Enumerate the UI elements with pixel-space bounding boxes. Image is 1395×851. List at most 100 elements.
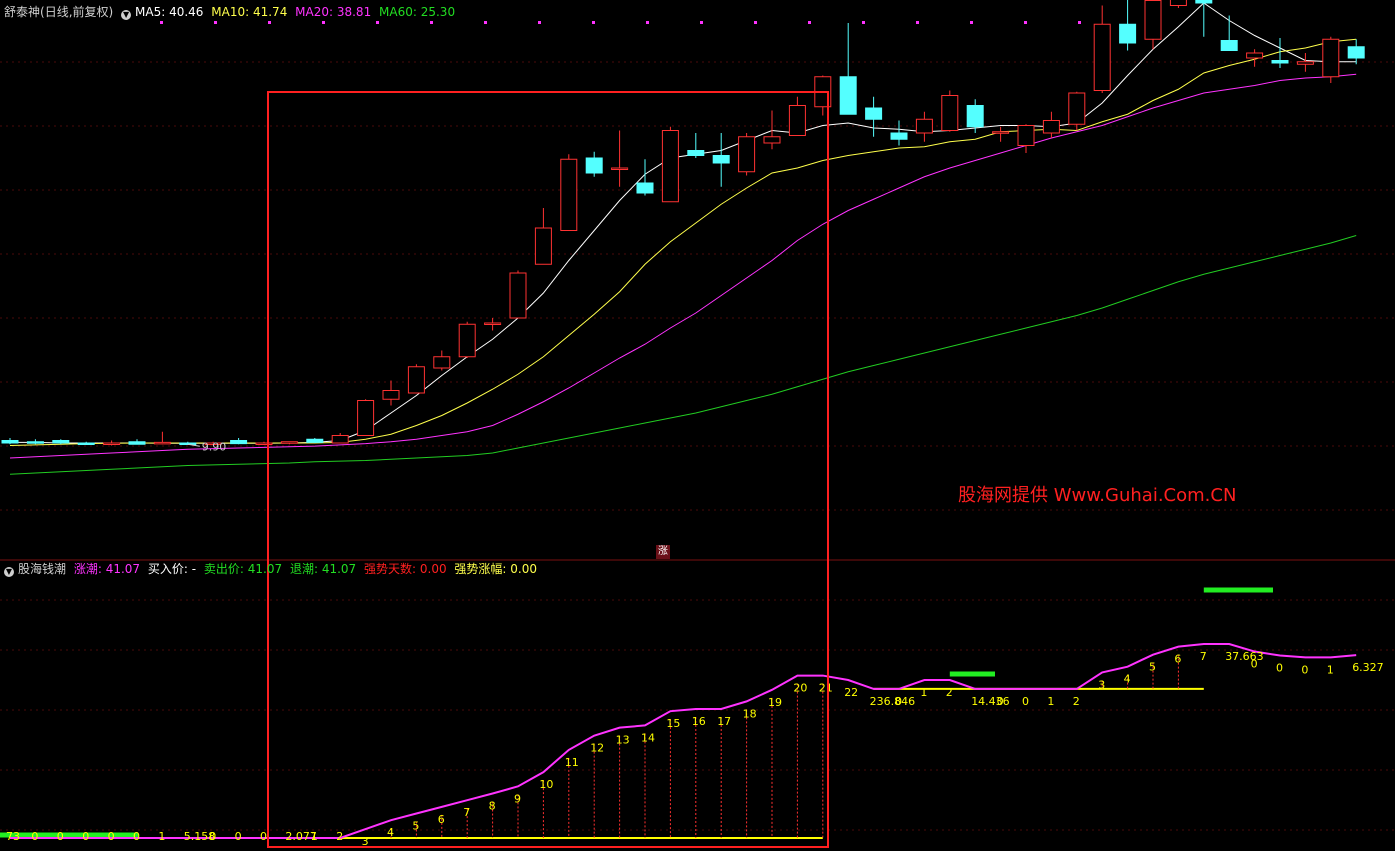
ma10-legend: MA10: 41.74 xyxy=(211,5,288,19)
signal-dot xyxy=(970,21,973,24)
tuichao-value: 退潮: 41.07 xyxy=(289,562,357,576)
signal-dot xyxy=(376,21,379,24)
count-label: 10 xyxy=(539,778,553,791)
count-label: 1 xyxy=(1327,663,1334,676)
indicator-name[interactable]: 股海钱潮 xyxy=(18,562,66,576)
signal-dot xyxy=(430,21,433,24)
candlesticks xyxy=(1,0,1365,446)
candle-body xyxy=(1119,23,1137,44)
candle-body xyxy=(890,132,908,140)
candle-body xyxy=(1093,23,1111,91)
count-label: 4 xyxy=(387,826,394,839)
ma60-legend: MA60: 25.30 xyxy=(379,5,456,19)
count-label: 73 xyxy=(6,830,20,843)
buy-price: 买入价: - xyxy=(147,562,197,576)
candle-body xyxy=(306,438,324,443)
count-label: 2 xyxy=(336,830,343,843)
ma20-legend: MA20: 38.81 xyxy=(295,5,372,19)
signal-dot xyxy=(322,21,325,24)
rise-signal-tag: 涨 xyxy=(656,545,670,559)
candle-body xyxy=(915,118,933,134)
candle-body xyxy=(585,157,603,174)
count-label: 0 xyxy=(133,830,140,843)
signal-dot xyxy=(592,21,595,24)
signal-dot xyxy=(1024,21,1027,24)
count-label: 0 xyxy=(108,830,115,843)
candle-body xyxy=(509,272,527,319)
count-label: 8 xyxy=(489,800,496,813)
count-label: 0 xyxy=(997,695,1004,708)
candle-body xyxy=(1017,125,1035,146)
candle-body xyxy=(1042,120,1060,134)
candle-body xyxy=(433,356,451,369)
candle-body xyxy=(1347,46,1365,59)
sell-price: 卖出价: 41.07 xyxy=(203,562,283,576)
main-header: 舒泰神(日线,前复权) ▼ MA5: 40.46 MA10: 41.74 MA20… xyxy=(4,4,459,20)
candle-body xyxy=(1322,38,1340,78)
count-label: 7 xyxy=(463,806,470,819)
candle-body xyxy=(738,136,756,173)
signal-dot xyxy=(700,21,703,24)
candle-body xyxy=(1246,52,1264,59)
count-label: 2 xyxy=(946,686,953,699)
chart-mode[interactable]: (日线,前复权) xyxy=(40,5,113,19)
candle-body xyxy=(560,158,578,231)
signal-dot xyxy=(808,21,811,24)
count-label: 1 xyxy=(920,686,927,699)
top-signal-dots xyxy=(160,21,1081,24)
series-line-ma60 xyxy=(9,235,1357,475)
count-label: 236.846 xyxy=(870,695,916,708)
signal-dot xyxy=(916,21,919,24)
count-label: 0 xyxy=(57,830,64,843)
count-label: 17 xyxy=(717,715,731,728)
dropdown-icon[interactable]: ▼ xyxy=(4,567,14,577)
candle-body xyxy=(153,441,171,445)
count-label: 0 xyxy=(209,830,216,843)
count-label: 13 xyxy=(616,734,630,747)
candle-body xyxy=(687,150,705,156)
candle-body xyxy=(712,155,730,164)
candle-body xyxy=(407,366,425,394)
count-label: 11 xyxy=(565,756,579,769)
signal-dot xyxy=(484,21,487,24)
zhangchao-value: 涨潮: 41.07 xyxy=(73,562,141,576)
signal-dot xyxy=(1078,21,1081,24)
signal-dot xyxy=(754,21,757,24)
candle-body xyxy=(1144,0,1162,40)
dropdown-icon[interactable]: ▼ xyxy=(121,10,132,20)
highlight-box xyxy=(267,91,829,848)
stock-name: 舒泰神 xyxy=(4,5,41,19)
count-label: 0 xyxy=(235,830,242,843)
count-label: 0 xyxy=(895,695,902,708)
count-label: 37.663 xyxy=(1225,650,1264,663)
count-label: 18 xyxy=(743,707,757,720)
count-label: 6 xyxy=(1174,653,1181,666)
watermark-text: 股海网提供 Www.Guhai.Com.CN xyxy=(958,485,1237,506)
candle-body xyxy=(484,322,502,325)
count-label: 4 xyxy=(1124,673,1131,686)
count-label: 0 xyxy=(260,830,267,843)
candle-body xyxy=(103,442,121,445)
series-line-ma10 xyxy=(9,38,1357,446)
candle-body xyxy=(1296,61,1314,65)
ma5-legend: MA5: 40.46 xyxy=(135,5,204,19)
count-label: 6 xyxy=(438,813,445,826)
candle-body xyxy=(331,435,349,444)
count-label: 3 xyxy=(1098,678,1105,691)
signal-dot xyxy=(268,21,271,24)
count-label: 5 xyxy=(1149,661,1156,674)
candle-body xyxy=(230,440,248,445)
candle-body xyxy=(941,95,959,131)
candle-body xyxy=(636,182,654,194)
candle-body xyxy=(357,400,375,436)
signal-dot xyxy=(538,21,541,24)
count-label: 14.436 xyxy=(971,695,1010,708)
count-label: 0 xyxy=(31,830,38,843)
candle-body xyxy=(966,105,984,128)
price-annotations: 9.9047.96 xyxy=(187,440,226,453)
count-label: 20 xyxy=(793,682,807,695)
candle-body xyxy=(1169,0,1187,6)
candle-body xyxy=(1195,0,1213,4)
signal-dot xyxy=(214,21,217,24)
candle-body xyxy=(280,441,298,444)
